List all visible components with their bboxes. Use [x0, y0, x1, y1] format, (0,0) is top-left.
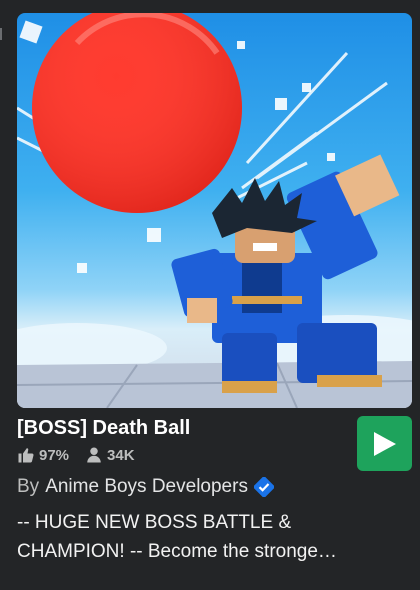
game-title[interactable]: [BOSS] Death Ball — [17, 417, 190, 440]
description-line: CHAMPION! -- Become the stronge… — [17, 541, 337, 562]
play-button[interactable] — [357, 416, 412, 471]
thumbnail-artwork — [17, 13, 412, 408]
creator-prefix: By — [17, 476, 40, 497]
person-icon — [87, 447, 101, 463]
like-stat: 97% — [17, 446, 69, 464]
thumbs-up-icon — [18, 448, 34, 463]
creator-name[interactable]: Anime Boys Developers — [45, 476, 248, 498]
game-thumbnail[interactable] — [17, 13, 412, 408]
like-ratio: 97% — [39, 446, 70, 464]
creator-line: By Anime Boys Developers — [17, 476, 274, 498]
player-count: 34K — [107, 446, 135, 464]
description-line: -- HUGE NEW BOSS BATTLE & — [17, 512, 292, 533]
game-stats: 97% 34K — [17, 446, 151, 464]
play-icon — [373, 431, 396, 456]
verified-badge-icon — [253, 477, 274, 497]
game-card[interactable]: [BOSS] Death Ball 97% 34K By Anime Boys … — [17, 13, 412, 588]
game-description: -- HUGE NEW BOSS BATTLE & CHAMPION! -- B… — [17, 508, 409, 566]
left-edge-marker — [0, 28, 2, 40]
players-stat: 34K — [85, 446, 135, 464]
